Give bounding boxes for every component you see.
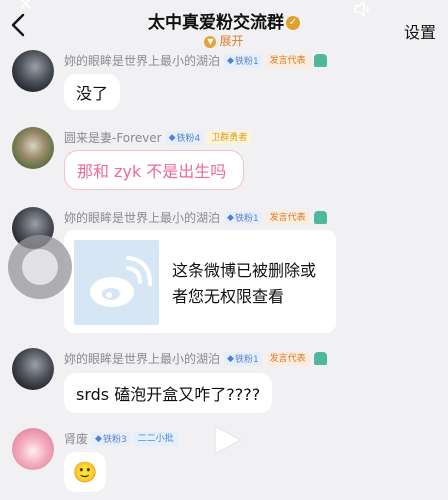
weibo-logo-icon [90,256,152,307]
fan-level-label: 铁粉1 [234,57,259,67]
sender-info: 妳的眼眸是世界上最小的湖泊 ◆ 铁粉1 发言代表 [64,52,327,69]
fan-level-badge: ◆ 铁粉1 [224,210,262,225]
message-text: 没了 [76,84,109,103]
avatar[interactable] [12,50,54,92]
message-bubble[interactable]: 没了 [64,74,121,110]
sender-name[interactable]: 妳的眼眸是世界上最小的湖泊 [64,52,220,69]
sender-info: 肾废 ◆ 铁粉3 二二小批 [64,430,178,447]
title-badge: 卫群勇者 [207,130,252,145]
message-text: 🙂 [72,460,98,484]
title-badge: 二二小批 [133,431,178,446]
avatar[interactable] [12,428,54,470]
chat-header: ✕ 太中真爱粉交流群 ✓ ▼ 展开 设置 [0,0,448,50]
floating-assistive-button[interactable] [8,235,72,299]
group-title-text: 太中真爱粉交流群 [148,13,284,33]
fan-level-label: 铁粉3 [102,435,127,445]
expand-label: 展开 [219,34,244,48]
dinosaur-icon [313,54,327,67]
fan-level-badge: ◆ 铁粉1 [224,351,262,366]
chevron-down-icon: ▼ [204,35,217,48]
title-badge: 发言代表 [265,351,310,366]
fan-level-label: 铁粉1 [234,355,259,365]
message-text: 这条微博已被删除或者您无权限查看 [172,261,317,306]
play-icon[interactable] [212,424,242,456]
title-badge: 发言代表 [265,53,310,68]
diamond-icon: ◆ [168,132,176,143]
sender-name[interactable]: 妳的眼眸是世界上最小的湖泊 [64,209,220,226]
group-title[interactable]: 太中真爱粉交流群 ✓ [0,8,448,33]
message-bubble[interactable]: 🙂 [64,452,106,492]
settings-button[interactable]: 设置 [404,19,436,43]
message-bubble[interactable]: srds 磕泡开盒又咋了???? [64,373,273,413]
fan-level-label: 铁粉1 [234,214,259,224]
dinosaur-icon [313,352,327,365]
message-text: 那和 zyk 不是出生吗 [77,162,227,181]
title-badge: 发言代表 [265,210,310,225]
fan-level-badge: ◆ 铁粉1 [224,53,262,68]
fan-level-label: 铁粉4 [176,134,201,144]
sender-info: 圆来是妻-Forever ◆ 铁粉4 卫群勇者 [64,129,252,146]
verified-badge-icon: ✓ [286,16,300,30]
shared-weibo-card[interactable]: 这条微博已被删除或者您无权限查看 [64,230,336,333]
sender-info: 妳的眼眸是世界上最小的湖泊 ◆ 铁粉1 发言代表 [64,350,327,367]
message-text: srds 磕泡开盒又咋了???? [76,385,261,404]
fan-level-badge: ◆ 铁粉3 [92,431,130,446]
expand-toggle[interactable]: ▼ 展开 [0,32,448,49]
diamond-icon: ◆ [227,353,234,364]
diamond-icon: ◆ [227,55,234,66]
sender-name[interactable]: 圆来是妻-Forever [64,129,162,146]
speaker-icon[interactable] [354,1,374,17]
sender-name[interactable]: 妳的眼眸是世界上最小的湖泊 [64,350,220,367]
message-bubble[interactable]: 那和 zyk 不是出生吗 [64,150,244,190]
sender-name[interactable]: 肾废 [64,430,88,447]
sender-info: 妳的眼眸是世界上最小的湖泊 ◆ 铁粉1 发言代表 [64,209,327,226]
dinosaur-icon [313,211,327,224]
fan-level-badge: ◆ 铁粉4 [165,130,204,145]
diamond-icon: ◆ [227,212,234,223]
avatar[interactable] [12,348,54,390]
avatar[interactable] [12,127,54,169]
diamond-icon: ◆ [95,433,102,444]
weibo-thumbnail [74,240,159,325]
